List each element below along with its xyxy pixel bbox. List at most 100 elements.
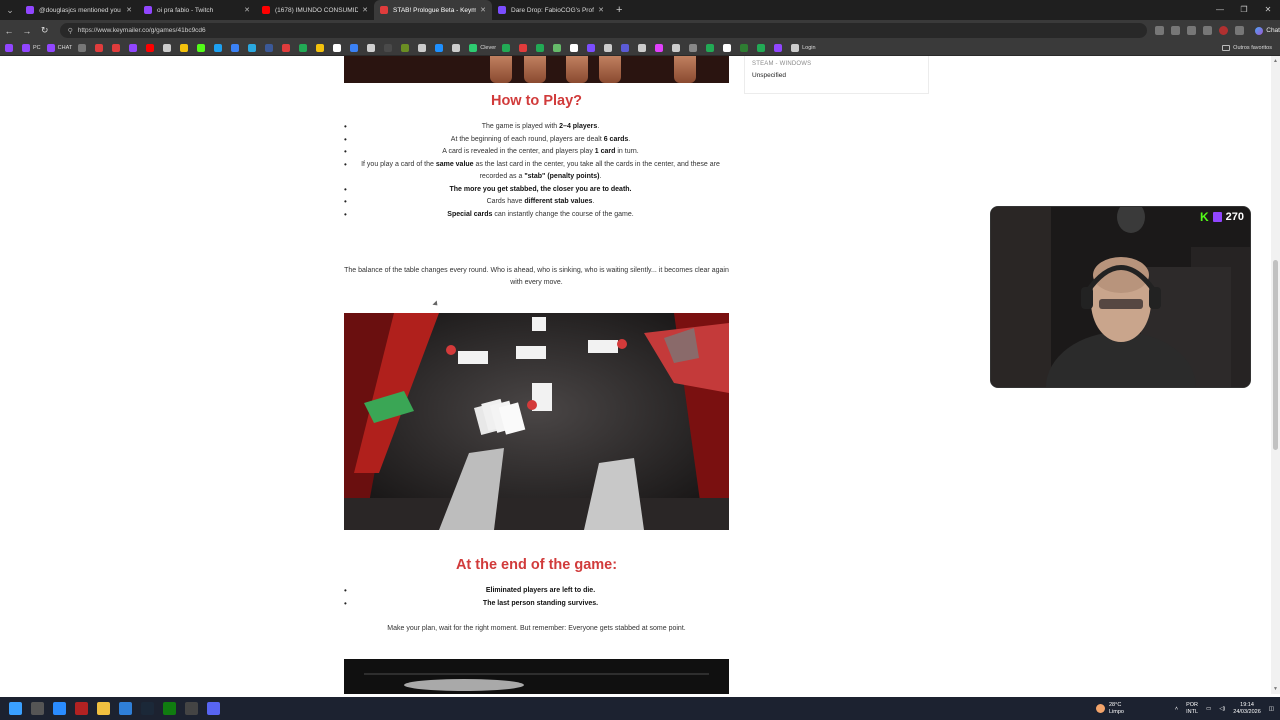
discord-icon[interactable] bbox=[207, 702, 220, 715]
browser-tab[interactable]: oi pra fabio - Twitch ✕ bbox=[138, 0, 256, 20]
restore-icon[interactable]: ❐ bbox=[1232, 0, 1256, 20]
tab-close-icon[interactable]: ✕ bbox=[126, 6, 132, 14]
bookmark-item[interactable] bbox=[723, 44, 734, 52]
network-icon[interactable]: ▭ bbox=[1206, 706, 1211, 712]
tab-close-icon[interactable]: ✕ bbox=[244, 6, 250, 14]
notification-icon[interactable]: ◫ bbox=[1269, 706, 1274, 712]
bookmark-item[interactable] bbox=[740, 44, 751, 52]
bookmark-item[interactable] bbox=[418, 44, 429, 52]
bookmark-item[interactable] bbox=[706, 44, 717, 52]
bookmark-item[interactable] bbox=[78, 44, 89, 52]
task-view-icon[interactable] bbox=[31, 702, 44, 715]
page-scrollbar[interactable]: ▲ ▼ bbox=[1271, 56, 1280, 694]
bookmark-item[interactable] bbox=[621, 44, 632, 52]
card-table-illustration bbox=[344, 313, 729, 530]
bookmark-item[interactable] bbox=[604, 44, 615, 52]
chat-button[interactable]: Chat bbox=[1255, 26, 1280, 35]
bookmark-star-icon[interactable] bbox=[1155, 26, 1165, 35]
bookmark-item[interactable] bbox=[587, 44, 598, 52]
tray-chevron-icon[interactable]: ˄ bbox=[1175, 706, 1178, 712]
bookmark-item[interactable] bbox=[197, 44, 208, 52]
bookmark-item[interactable]: CHAT bbox=[46, 44, 72, 52]
bookmark-item[interactable] bbox=[180, 44, 191, 52]
bookmark-item[interactable] bbox=[112, 44, 123, 52]
menu-dots-icon[interactable] bbox=[1235, 26, 1245, 35]
bookmark-item[interactable] bbox=[655, 44, 666, 52]
app-red-icon[interactable] bbox=[75, 702, 88, 715]
clock[interactable]: 19:14 24/03/2026 bbox=[1233, 702, 1261, 716]
bookmark-item[interactable] bbox=[299, 44, 310, 52]
tab-close-icon[interactable]: ✕ bbox=[362, 6, 368, 14]
bookmark-item[interactable] bbox=[774, 44, 785, 52]
scroll-up-icon[interactable]: ▲ bbox=[1271, 58, 1280, 64]
bookmark-item[interactable] bbox=[282, 44, 293, 52]
extension-icon[interactable] bbox=[1187, 26, 1197, 35]
bookmark-item[interactable] bbox=[638, 44, 649, 52]
bookmark-item[interactable] bbox=[163, 44, 174, 52]
bookmark-item[interactable] bbox=[570, 44, 581, 52]
bookmark-item[interactable] bbox=[757, 44, 768, 52]
bookmark-item[interactable] bbox=[502, 44, 513, 52]
bookmark-item[interactable] bbox=[265, 44, 276, 52]
forward-icon[interactable]: → bbox=[18, 26, 36, 36]
close-window-icon[interactable]: ✕ bbox=[1256, 0, 1280, 20]
windows-start-icon[interactable] bbox=[9, 702, 22, 715]
browser-tab[interactable]: (1678) IMUNDO CONSUMIDOR - ✕ bbox=[256, 0, 374, 20]
bookmark-item[interactable] bbox=[5, 44, 16, 52]
extension-icon[interactable] bbox=[1171, 26, 1181, 35]
url-input[interactable]: ⚲ https://www.keymailer.co/g/games/41bc9… bbox=[59, 23, 1148, 38]
bookmark-item[interactable] bbox=[248, 44, 259, 52]
new-tab-icon[interactable]: + bbox=[616, 4, 622, 16]
tab-close-icon[interactable]: ✕ bbox=[598, 6, 604, 14]
bookmark-item[interactable] bbox=[146, 44, 157, 52]
file-explorer-icon[interactable] bbox=[97, 702, 110, 715]
bookmark-item[interactable] bbox=[401, 44, 412, 52]
lang-top: POR bbox=[1186, 701, 1198, 708]
weather-widget[interactable]: 28°C Limpo bbox=[1096, 697, 1124, 720]
bookmark-item[interactable]: Clever bbox=[469, 44, 496, 52]
tab-close-icon[interactable]: ✕ bbox=[480, 6, 486, 14]
bookmark-item[interactable] bbox=[384, 44, 395, 52]
tab-title: (1678) IMUNDO CONSUMIDOR - bbox=[275, 6, 359, 14]
bookmark-item[interactable] bbox=[367, 44, 378, 52]
xbox-icon[interactable] bbox=[163, 702, 176, 715]
reload-icon[interactable]: ↻ bbox=[36, 25, 54, 36]
browser-tab[interactable]: STAB! Prologue Beta - Keymailer✕ bbox=[374, 0, 492, 20]
bookmark-item[interactable] bbox=[129, 44, 140, 52]
bookmark-item[interactable] bbox=[214, 44, 225, 52]
bookmark-item[interactable]: PC bbox=[22, 44, 41, 52]
profile-avatar-icon[interactable] bbox=[1219, 26, 1229, 35]
minimize-icon[interactable]: — bbox=[1208, 0, 1232, 20]
scroll-down-icon[interactable]: ▼ bbox=[1271, 686, 1280, 692]
bookmark-item[interactable] bbox=[672, 44, 683, 52]
bookmark-item[interactable] bbox=[553, 44, 564, 52]
site-info-icon[interactable]: ⚲ bbox=[68, 27, 73, 35]
volume-icon[interactable]: ◁) bbox=[1219, 706, 1225, 712]
bookmark-item[interactable] bbox=[452, 44, 463, 52]
tab-search-icon[interactable]: ⌄ bbox=[0, 0, 20, 20]
browser-tab[interactable]: Dare Drop: FabioCOG's Profile ✕ bbox=[492, 0, 610, 20]
bookmark-item[interactable] bbox=[435, 44, 446, 52]
scrollbar-thumb[interactable] bbox=[1273, 260, 1278, 450]
bookmark-item[interactable] bbox=[95, 44, 106, 52]
extension-icon[interactable] bbox=[1203, 26, 1213, 35]
bookmark-favicon-icon bbox=[672, 44, 681, 52]
tab-favicon-icon bbox=[380, 6, 388, 14]
bookmark-item[interactable] bbox=[689, 44, 700, 52]
chrome-icon[interactable] bbox=[53, 702, 66, 715]
language-indicator[interactable]: POR INTL bbox=[1186, 702, 1198, 716]
bookmark-favicon-icon bbox=[129, 44, 138, 52]
browser-tab[interactable]: @douglasjcs mentioned you ✕ bbox=[20, 0, 138, 20]
bookmark-item[interactable] bbox=[231, 44, 242, 52]
bookmark-item[interactable] bbox=[519, 44, 530, 52]
back-icon[interactable]: ← bbox=[0, 26, 18, 36]
steam-icon[interactable] bbox=[141, 702, 154, 715]
bookmark-item[interactable]: Login bbox=[791, 44, 816, 52]
other-bookmarks[interactable]: Outros favoritos bbox=[1222, 45, 1272, 51]
bookmark-item[interactable] bbox=[316, 44, 327, 52]
bookmark-item[interactable] bbox=[350, 44, 361, 52]
obs-icon[interactable] bbox=[185, 702, 198, 715]
bookmark-item[interactable] bbox=[536, 44, 547, 52]
mail-icon[interactable] bbox=[119, 702, 132, 715]
bookmark-item[interactable] bbox=[333, 44, 344, 52]
